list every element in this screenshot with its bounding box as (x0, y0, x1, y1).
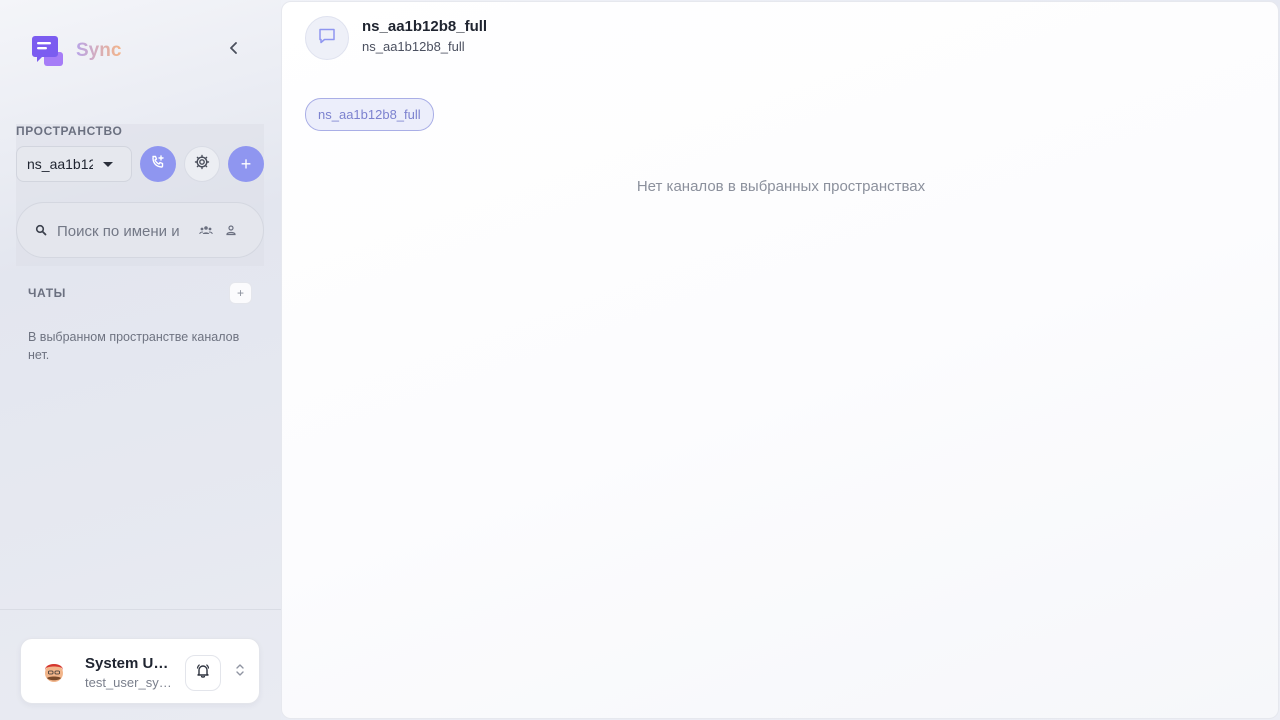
sidebar: Sync ПРОСТРАНСТВО ns_aa1b12b8_full + (0, 0, 281, 720)
search-icon (35, 223, 47, 241)
caret-down-icon (103, 162, 113, 167)
user-name: System User (85, 655, 175, 672)
brand[interactable]: Sync (30, 34, 121, 68)
phone-plus-icon (150, 154, 166, 175)
workspace-settings-button[interactable] (184, 146, 220, 182)
main-panel: ns_aa1b12b8_full ns_aa1b12b8_full ns_aa1… (281, 1, 1279, 719)
plus-icon: + (236, 286, 244, 300)
user-filter-icon[interactable] (225, 223, 237, 241)
add-chat-button[interactable]: + (229, 282, 252, 304)
chat-bubbles-logo-icon (30, 34, 64, 68)
gear-icon (194, 154, 210, 175)
chat-icon (317, 26, 337, 51)
brand-name: Sync (76, 40, 122, 61)
collapse-sidebar-button[interactable] (224, 40, 244, 60)
account-menu-button[interactable] (233, 663, 247, 681)
group-filter-icon[interactable] (199, 223, 213, 241)
no-channels-message: Нет каналов в выбранных пространствах (636, 178, 926, 195)
workspace-select-value: ns_aa1b12b8_full (27, 156, 93, 172)
notifications-button[interactable] (185, 655, 221, 691)
workspace-label: ПРОСТРАНСТВО (16, 124, 123, 138)
bell-icon (195, 663, 211, 684)
chevron-left-icon (229, 41, 239, 59)
add-call-button[interactable] (140, 146, 176, 182)
chats-section-label: ЧАТЫ (28, 286, 66, 300)
user-card[interactable]: System User test_user_system (20, 638, 260, 704)
avatar (41, 658, 67, 684)
add-workspace-button[interactable]: + (228, 146, 264, 182)
divider (0, 609, 281, 610)
user-login: test_user_system (85, 675, 175, 690)
chevrons-vertical-icon (235, 663, 245, 682)
workspace-filter-chip[interactable]: ns_aa1b12b8_full (305, 98, 434, 131)
channel-subtitle: ns_aa1b12b8_full (362, 39, 465, 54)
channel-title: ns_aa1b12b8_full (362, 18, 488, 35)
search-input[interactable] (57, 219, 185, 243)
channel-avatar (305, 16, 349, 60)
search-box (16, 202, 264, 258)
empty-chats-message: В выбранном пространстве каналов нет. (28, 330, 240, 362)
plus-icon: + (240, 153, 252, 174)
workspace-select[interactable]: ns_aa1b12b8_full (16, 146, 132, 182)
